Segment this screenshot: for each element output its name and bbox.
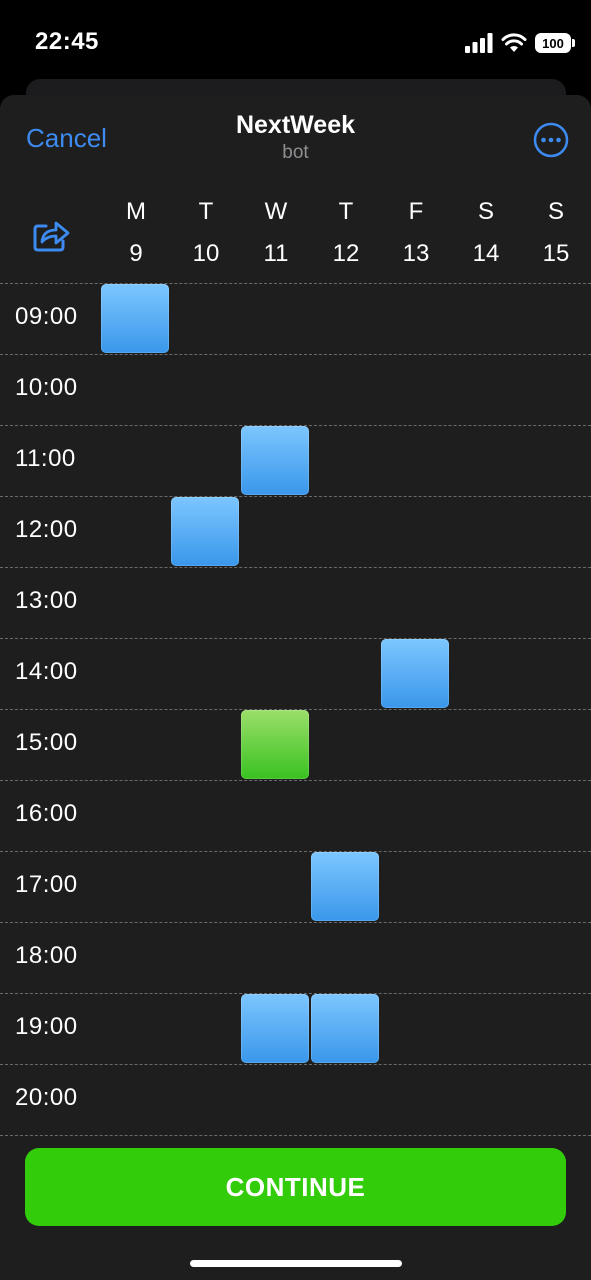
day-number: 13 [402, 240, 430, 267]
hour-label: 19:00 [15, 1013, 78, 1040]
time-slot-blue[interactable] [171, 497, 239, 566]
schedule-sheet: Cancel NextWeek bot M 9 T 10 W 11 T 12 F 13 S 14 S 15… [0, 95, 591, 1280]
status-icons: 100 [465, 31, 575, 55]
day-letter: W [264, 198, 288, 225]
grid-line [0, 354, 591, 355]
grid-line [0, 851, 591, 852]
battery-icon: 100 [535, 33, 575, 53]
battery-level: 100 [542, 35, 564, 51]
day-letter: T [338, 198, 354, 225]
day-letter: F [408, 198, 424, 225]
time-slot-blue[interactable] [241, 426, 309, 495]
time-slot-blue[interactable] [101, 284, 169, 353]
hour-label: 16:00 [15, 800, 78, 827]
screen: 22:45 100 Cancel NextWeek bot M 9 T 10 W… [0, 0, 591, 1280]
hour-label: 12:00 [15, 516, 78, 543]
hour-label: 09:00 [15, 303, 78, 330]
day-header-6: S 15 [521, 199, 591, 269]
time-slot-blue[interactable] [241, 994, 309, 1063]
time-slot-green[interactable] [241, 710, 309, 779]
cancel-button[interactable]: Cancel [26, 123, 107, 154]
day-header-5: S 14 [451, 199, 521, 269]
day-number: 10 [192, 240, 220, 267]
day-letter: S [547, 198, 564, 225]
cellular-signal-icon [465, 33, 493, 53]
grid-line [0, 638, 591, 639]
hour-label: 14:00 [15, 658, 78, 685]
day-number: 14 [472, 240, 500, 267]
grid-line [0, 567, 591, 568]
status-bar: 22:45 100 [0, 0, 591, 80]
hour-label: 17:00 [15, 871, 78, 898]
grid-line [0, 496, 591, 497]
hour-label: 11:00 [15, 445, 76, 472]
time-slot-blue[interactable] [311, 994, 379, 1063]
hour-label: 13:00 [15, 587, 78, 614]
nav-bar: Cancel NextWeek bot [0, 95, 591, 185]
grid-line [0, 1135, 591, 1136]
day-letter: T [198, 198, 214, 225]
grid-line [0, 283, 591, 284]
hour-label: 20:00 [15, 1084, 78, 1111]
hour-label: 18:00 [15, 942, 78, 969]
continue-button[interactable]: CONTINUE [25, 1148, 566, 1226]
day-header-2: W 11 [241, 199, 311, 269]
day-letter: M [126, 198, 146, 225]
time-slot-blue[interactable] [381, 639, 449, 708]
day-header-0: M9 [101, 199, 171, 269]
day-letter: S [477, 198, 494, 225]
grid-line [0, 922, 591, 923]
day-number: 15 [542, 240, 570, 267]
day-header-4: F 13 [381, 199, 451, 269]
hour-label: 10:00 [15, 374, 78, 401]
hour-label: 15:00 [15, 729, 78, 756]
time-slot-blue[interactable] [311, 852, 379, 921]
status-time: 22:45 [35, 28, 99, 55]
day-number: 9 [129, 240, 143, 267]
day-header-1: T 10 [171, 199, 241, 269]
home-indicator [190, 1260, 402, 1267]
day-number: 12 [332, 240, 360, 267]
grid-line [0, 1064, 591, 1065]
wifi-icon [501, 33, 527, 52]
grid-line [0, 780, 591, 781]
day-number: 11 [263, 240, 289, 267]
ellipsis-circle-icon[interactable] [533, 122, 569, 158]
day-header-3: T 12 [311, 199, 381, 269]
share-icon[interactable] [32, 215, 70, 253]
